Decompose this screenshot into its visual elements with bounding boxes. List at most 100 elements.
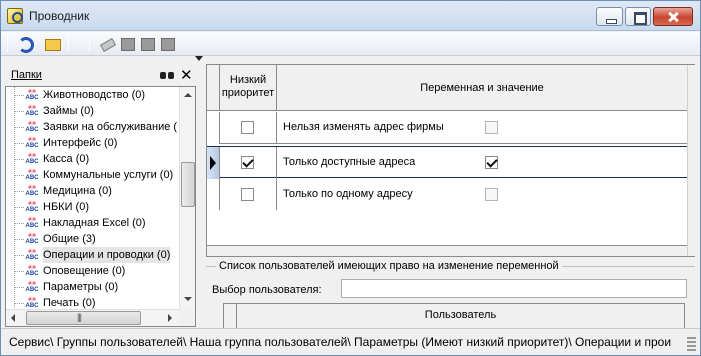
tree-item-label: Займы (0): [43, 105, 94, 117]
variable-column-header[interactable]: Переменная и значение: [277, 65, 687, 111]
folders-panel: Папки ✕ «» ABC Животноводство (0) «» ABC Займ…: [5, 64, 199, 327]
user-select-label: Выбор пользователя:: [212, 284, 322, 296]
scroll-up-icon[interactable]: [184, 93, 192, 97]
low-priority-column-header[interactable]: Низкий приоритет: [220, 65, 277, 111]
tree-item-label: Интерфейс (0): [43, 137, 118, 149]
tree-item[interactable]: «» ABC НБКИ (0): [6, 199, 178, 215]
scroll-down-icon[interactable]: [184, 297, 192, 301]
resize-grip-icon[interactable]: [687, 337, 696, 351]
tree-item[interactable]: «» ABC Коммунальные услуги (0): [6, 167, 178, 183]
tree-item[interactable]: «» ABC Заявки на обслуживание (: [6, 119, 178, 135]
scroll-thumb[interactable]: [181, 162, 195, 207]
tree-item[interactable]: «» ABC Животноводство (0): [6, 87, 178, 103]
variable-name: Только доступные адреса: [283, 156, 416, 168]
tree-item-label: Коммунальные услуги (0): [43, 169, 174, 181]
low-priority-checkbox[interactable]: [241, 188, 254, 201]
scroll-right-icon[interactable]: [168, 314, 172, 322]
grid-row[interactable]: Только доступные адреса: [207, 146, 687, 179]
tree-item-label: Медицина (0): [43, 185, 112, 197]
tree-horizontal-scrollbar[interactable]: [6, 309, 179, 326]
text-variable-icon: «» ABC: [25, 184, 39, 197]
grid-row[interactable]: Нельзя изменять адрес фирмы: [207, 112, 687, 144]
low-priority-cell: [220, 147, 277, 179]
eraser-icon[interactable]: [98, 35, 118, 53]
close-button[interactable]: [653, 7, 693, 26]
tree-item-label: Животноводство (0): [43, 89, 146, 101]
low-priority-cell: [220, 179, 277, 211]
grid-vertical-scrollbar[interactable]: [687, 65, 695, 256]
header-line: приоритет: [221, 87, 275, 99]
scroll-thumb[interactable]: [26, 311, 141, 325]
variable-value-checkbox[interactable]: [485, 121, 498, 134]
text-variable-icon: «» ABC: [25, 104, 39, 117]
tree-item[interactable]: «» ABC Интерфейс (0): [6, 135, 178, 151]
status-bar: Сервис\ Группы пользователей\ Наша групп…: [1, 328, 700, 355]
text-variable-icon: «» ABC: [25, 296, 39, 309]
window-title: Проводник: [29, 9, 90, 23]
scroll-corner: [179, 309, 195, 326]
tree-item[interactable]: «» ABC Медицина (0): [6, 183, 178, 199]
folders-tree: «» ABC Животноводство (0) «» ABC Займы (0) «» A…: [5, 86, 196, 327]
grid-row[interactable]: Только по одному адресу: [207, 179, 687, 211]
tree-list: «» ABC Животноводство (0) «» ABC Займы (0) «» A…: [6, 87, 178, 311]
folders-panel-title: Папки: [11, 69, 42, 81]
row-indicator[interactable]: [207, 112, 220, 144]
tree-item[interactable]: «» ABC Касса (0): [6, 151, 178, 167]
tree-item-label: Накладная Excel (0): [43, 217, 146, 229]
splitter-arrow-icon[interactable]: [195, 56, 203, 61]
grid-header: Низкий приоритет Переменная и значение: [207, 65, 687, 111]
low-priority-checkbox[interactable]: [241, 121, 254, 134]
variables-grid: Низкий приоритет Переменная и значение Н…: [206, 64, 695, 257]
title-bar[interactable]: Проводник: [1, 1, 700, 31]
text-variable-icon: «» ABC: [25, 280, 39, 293]
low-priority-cell: [220, 112, 277, 144]
binoculars-icon[interactable]: [160, 69, 174, 80]
user-column-header[interactable]: Пользователь: [237, 304, 684, 328]
row-indicator-header: [224, 304, 237, 328]
tree-item[interactable]: «» ABC Общие (3): [6, 231, 178, 247]
variable-value-checkbox[interactable]: [485, 156, 498, 169]
row-indicator-header: [207, 65, 220, 111]
explorer-window: Проводник Папки ✕ «» ABC Животноводство (0…: [0, 0, 701, 356]
users-grid: Пользователь: [223, 303, 685, 329]
scroll-left-icon[interactable]: [11, 314, 15, 322]
tool-disabled-icon[interactable]: [118, 35, 138, 53]
toolbar-separator: [89, 36, 90, 52]
tree-item[interactable]: «» ABC Накладная Excel (0): [6, 215, 178, 231]
toolbar-separator: [7, 36, 8, 52]
text-variable-icon: «» ABC: [25, 88, 39, 101]
grid-horizontal-scrollbar[interactable]: [207, 245, 687, 256]
tool-disabled-icon[interactable]: [138, 35, 158, 53]
tree-vertical-scrollbar[interactable]: [179, 87, 195, 309]
tree-item[interactable]: «» ABC Операции и проводки (0): [6, 247, 178, 263]
maximize-button[interactable]: [625, 7, 651, 26]
minimize-button[interactable]: [596, 7, 623, 26]
status-path: Сервис\ Группы пользователей\ Наша групп…: [9, 335, 672, 349]
row-indicator[interactable]: [207, 179, 220, 211]
tree-item[interactable]: «» ABC Оповещение (0): [6, 263, 178, 279]
variable-value-checkbox[interactable]: [485, 188, 498, 201]
low-priority-checkbox[interactable]: [241, 156, 254, 169]
text-variable-icon: «» ABC: [25, 120, 39, 133]
text-variable-icon: «» ABC: [25, 200, 39, 213]
close-panel-icon[interactable]: ✕: [180, 66, 193, 84]
folders-panel-header: Папки ✕: [5, 64, 199, 84]
tool-disabled-icon[interactable]: [158, 35, 178, 53]
current-row-indicator-icon[interactable]: [207, 147, 220, 179]
header-line: Низкий: [229, 74, 267, 86]
app-icon: [7, 8, 23, 24]
users-groupbox: Список пользователей имеющих право на из…: [206, 260, 695, 329]
tree-item[interactable]: «» ABC Займы (0): [6, 103, 178, 119]
text-variable-icon: «» ABC: [25, 136, 39, 149]
text-variable-icon: «» ABC: [25, 168, 39, 181]
grid-empty-area: [207, 210, 687, 244]
tree-item-label: Операции и проводки (0): [43, 247, 171, 263]
tree-item-label: Общие (3): [43, 233, 96, 245]
text-variable-icon: «» ABC: [25, 216, 39, 229]
open-folder-icon[interactable]: [43, 35, 63, 53]
refresh-icon[interactable]: [16, 35, 36, 53]
tree-item[interactable]: «» ABC Параметры (0): [6, 279, 178, 295]
tree-item-label: Оповещение (0): [43, 265, 126, 277]
toolbar: [1, 32, 700, 56]
user-select-input[interactable]: [341, 279, 687, 298]
